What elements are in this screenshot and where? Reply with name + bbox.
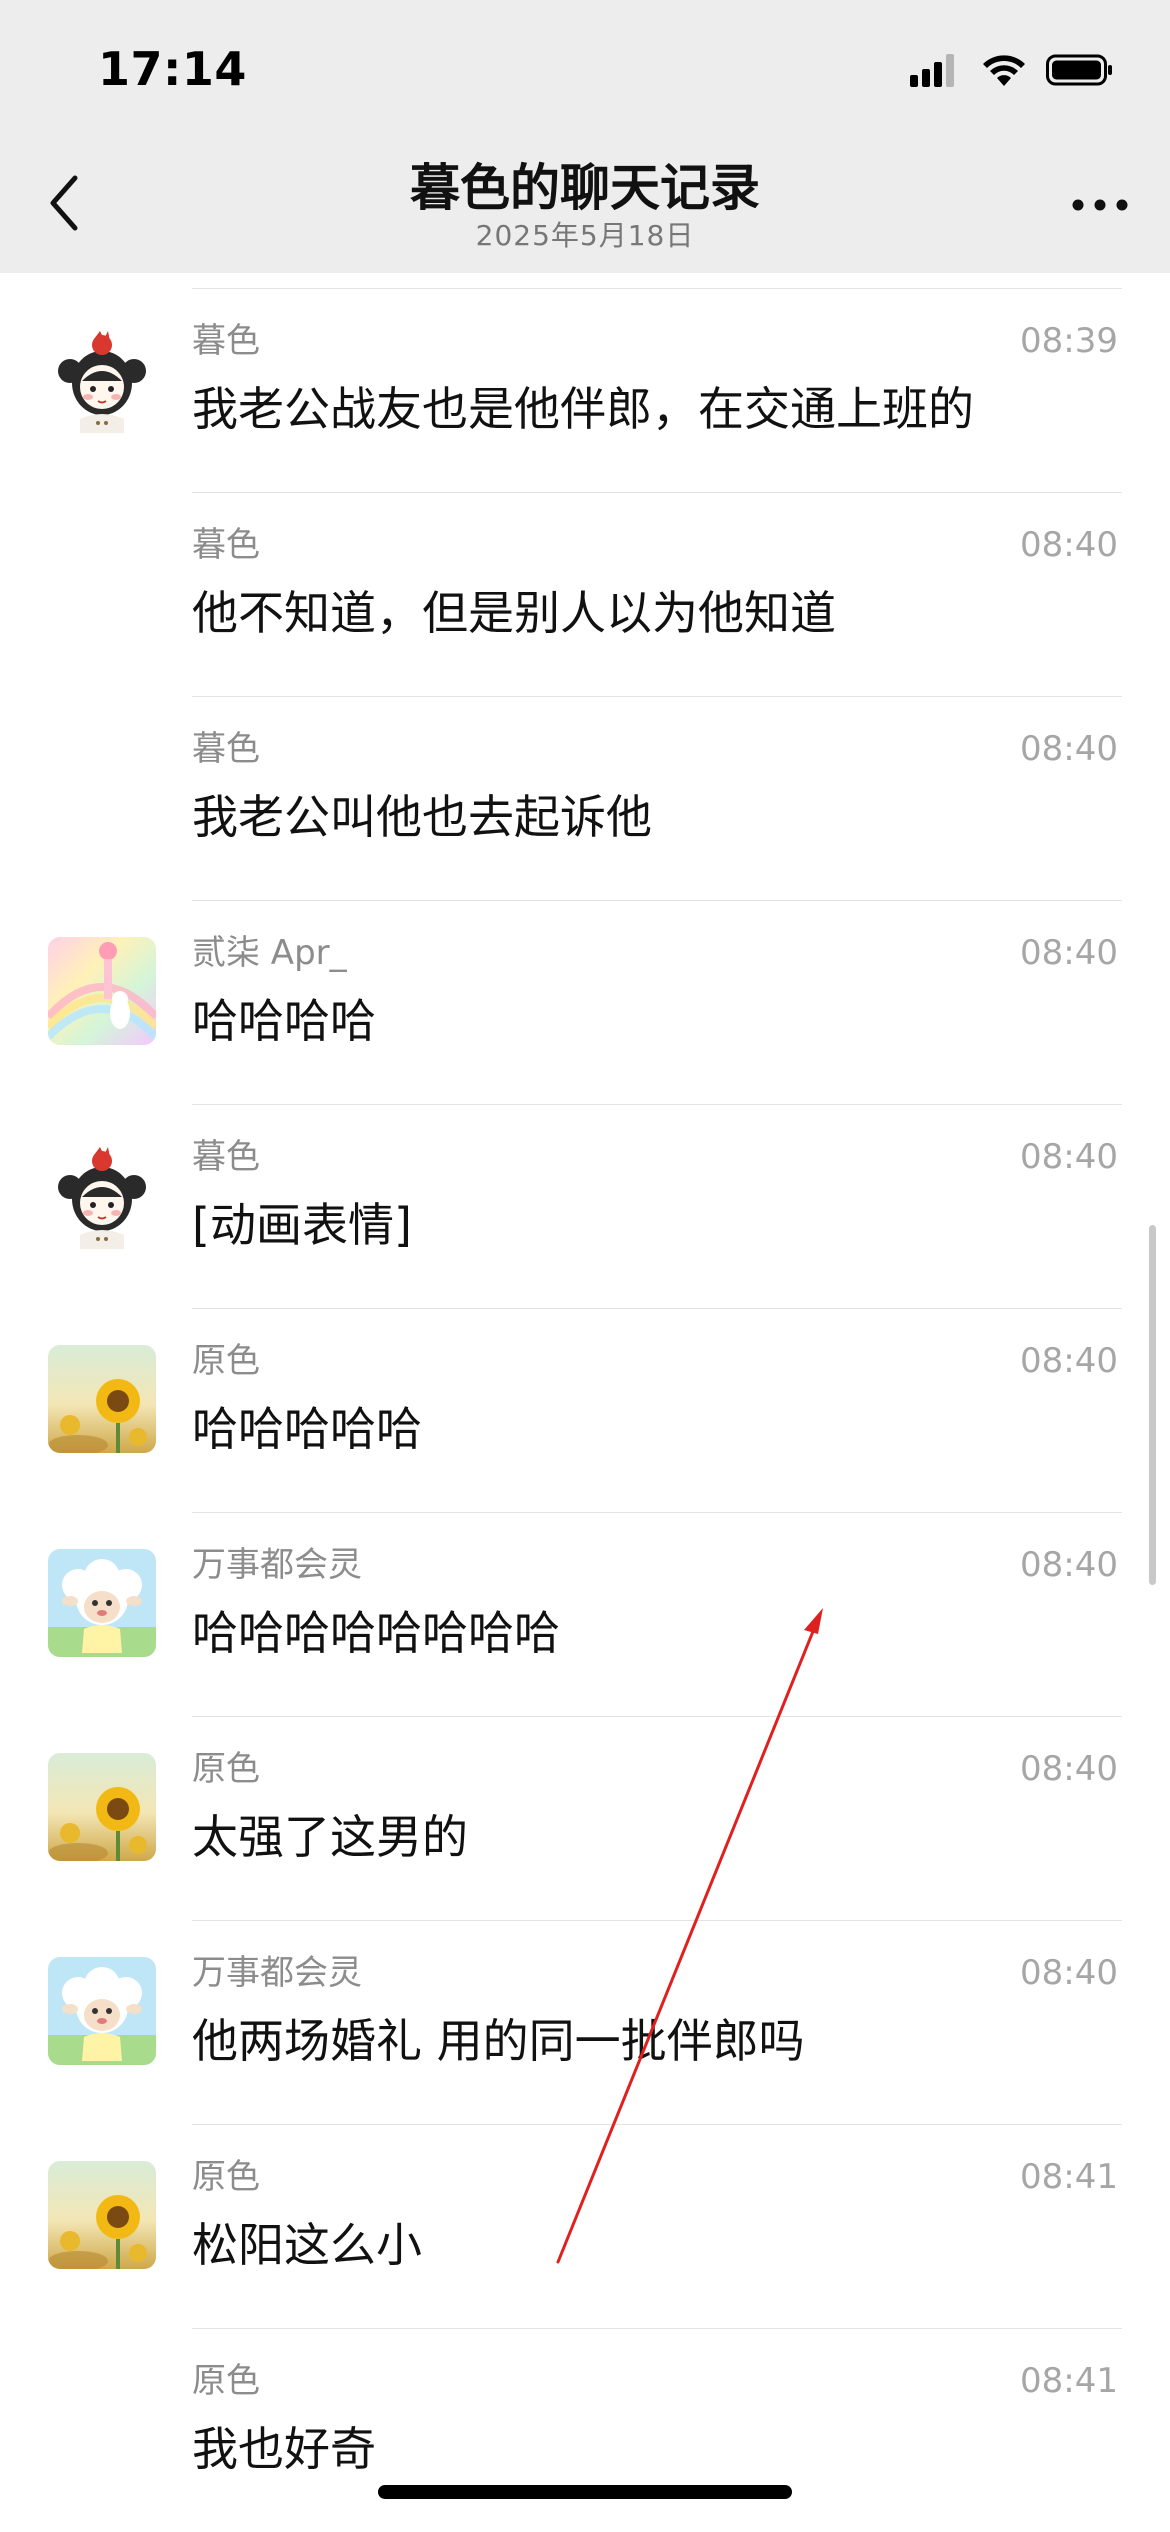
message-text[interactable]: 太强了这男的 [192, 1809, 468, 1865]
more-options-button[interactable] [1060, 178, 1140, 234]
message-time: 08:40 [1020, 1953, 1118, 1993]
message-text[interactable]: [动画表情] [192, 1197, 412, 1253]
message-text[interactable]: 哈哈哈哈哈 [192, 1401, 422, 1457]
message-time: 08:40 [1020, 1137, 1118, 1177]
message-time: 08:40 [1020, 525, 1118, 565]
chat-message[interactable]: 暮色 08:39 我老公战友也是他伴郎，在交通上班的 [0, 289, 1170, 493]
avatar-cartoon-girl[interactable] [48, 1141, 156, 1249]
message-time: 08:40 [1020, 1545, 1118, 1585]
message-sender: 暮色 [192, 321, 260, 361]
chat-message[interactable]: 原色 08:41 松阳这么小 [0, 2125, 1170, 2329]
message-text[interactable]: 哈哈哈哈 [192, 993, 376, 1049]
battery-icon [1046, 53, 1114, 91]
message-text[interactable]: 我老公叫他也去起诉他 [192, 789, 652, 845]
chat-history-list[interactable]: 暮色 08:39 我老公战友也是他伴郎，在交通上班的 暮色 08:40 他不知道… [0, 273, 1170, 2532]
message-time: 08:40 [1020, 1749, 1118, 1789]
avatar-sunflower[interactable] [48, 2161, 156, 2269]
chat-message[interactable]: 贰柒 Apr_ 08:40 哈哈哈哈 [0, 901, 1170, 1105]
scrollbar[interactable] [1149, 1225, 1156, 1585]
chat-message[interactable]: 暮色 08:40 他不知道，但是别人以为他知道 [0, 493, 1170, 697]
avatar-cartoon-girl[interactable] [48, 325, 156, 433]
chat-message[interactable]: 暮色 08:40 [动画表情] [0, 1105, 1170, 1309]
wifi-icon [980, 52, 1028, 92]
message-text[interactable]: 我老公战友也是他伴郎，在交通上班的 [192, 381, 974, 437]
message-time: 08:41 [1020, 2361, 1118, 2401]
avatar-cartoon-sheep[interactable] [48, 1549, 156, 1657]
message-sender: 暮色 [192, 729, 260, 769]
message-sender: 原色 [192, 2361, 260, 2401]
message-text[interactable]: 我也好奇 [192, 2421, 376, 2477]
message-text[interactable]: 松阳这么小 [192, 2217, 422, 2273]
message-sender: 暮色 [192, 1137, 260, 1177]
chat-message[interactable]: 万事都会灵 08:40 哈哈哈哈哈哈哈哈 [0, 1513, 1170, 1717]
chat-message[interactable]: 原色 08:40 哈哈哈哈哈 [0, 1309, 1170, 1513]
message-text[interactable]: 他不知道，但是别人以为他知道 [192, 585, 836, 641]
home-indicator[interactable] [378, 2485, 792, 2499]
status-icons [910, 52, 1114, 92]
message-sender: 暮色 [192, 525, 260, 565]
chat-message[interactable]: 原色 08:41 我也好奇 [0, 2329, 1170, 2532]
message-text[interactable]: 哈哈哈哈哈哈哈哈 [192, 1605, 560, 1661]
avatar-pastel-rainbow[interactable] [48, 937, 156, 1045]
avatar-sunflower[interactable] [48, 1753, 156, 1861]
chat-message[interactable]: 原色 08:40 太强了这男的 [0, 1717, 1170, 1921]
page-title: 暮色的聊天记录 [410, 159, 760, 217]
message-sender: 万事都会灵 [192, 1953, 362, 1993]
avatar-cartoon-sheep[interactable] [48, 1957, 156, 2065]
message-time: 08:40 [1020, 729, 1118, 769]
message-sender: 原色 [192, 1749, 260, 1789]
cellular-signal-icon [910, 53, 962, 91]
message-time: 08:39 [1020, 321, 1118, 361]
chat-message[interactable]: 暮色 08:40 我老公叫他也去起诉他 [0, 697, 1170, 901]
message-sender: 原色 [192, 2157, 260, 2197]
message-sender: 万事都会灵 [192, 1545, 362, 1585]
message-time: 08:40 [1020, 933, 1118, 973]
top-bar: 17:14 暮色的聊天记录 2025年5月18日 [0, 0, 1170, 273]
message-text[interactable]: 他两场婚礼 用的同一批伴郎吗 [192, 2013, 805, 2069]
more-dots-icon [1071, 197, 1129, 216]
message-sender: 贰柒 Apr_ [192, 933, 347, 973]
status-time: 17:14 [98, 42, 247, 96]
message-time: 08:41 [1020, 2157, 1118, 2197]
message-sender: 原色 [192, 1341, 260, 1381]
chat-message[interactable]: 万事都会灵 08:40 他两场婚礼 用的同一批伴郎吗 [0, 1921, 1170, 2125]
header-title-block: 暮色的聊天记录 2025年5月18日 [0, 160, 1170, 252]
message-time: 08:40 [1020, 1341, 1118, 1381]
page-subtitle-date: 2025年5月18日 [475, 219, 695, 252]
avatar-sunflower[interactable] [48, 1345, 156, 1453]
